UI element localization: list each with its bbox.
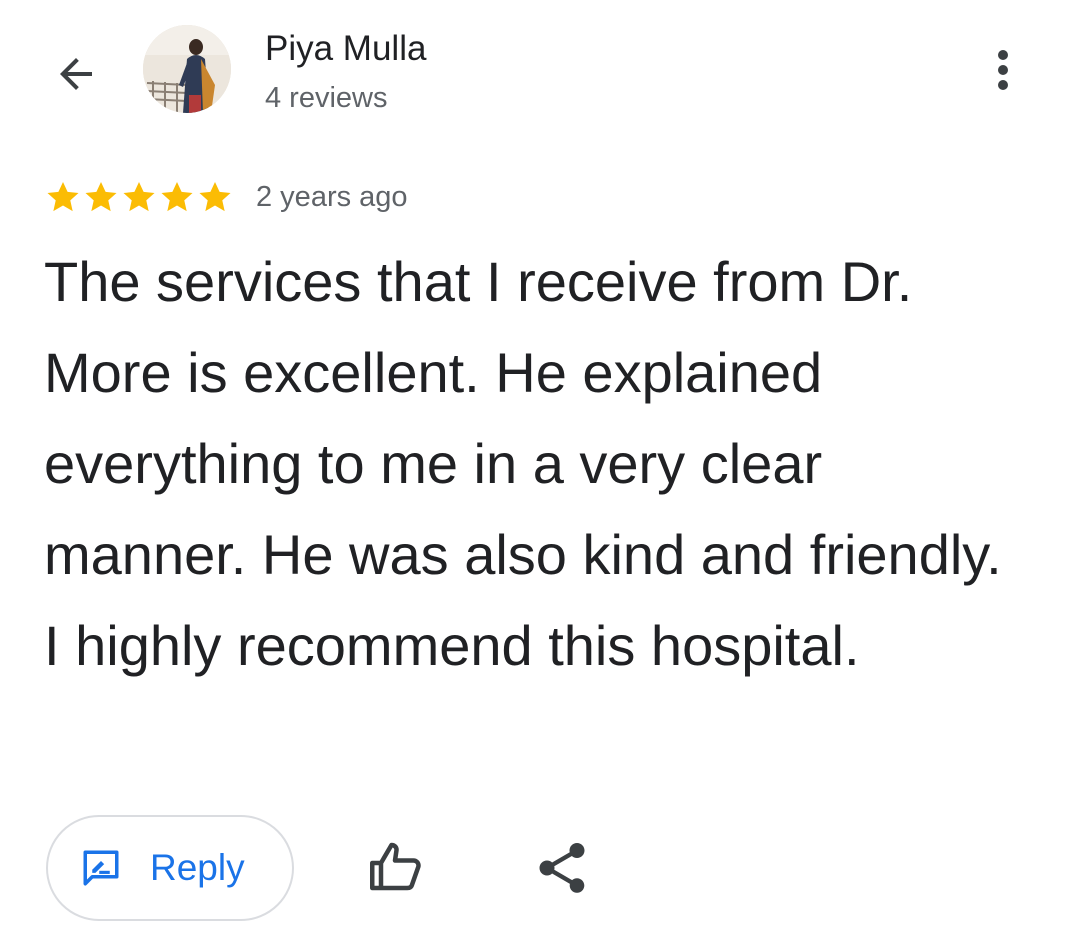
back-button[interactable] — [46, 44, 106, 104]
share-icon — [539, 843, 585, 893]
star-icon — [85, 181, 117, 212]
author-name[interactable]: Piya Mulla — [265, 28, 426, 70]
arrow-back-icon — [60, 58, 92, 90]
review-date: 2 years ago — [256, 181, 408, 213]
share-button[interactable] — [532, 838, 592, 898]
star-icon — [161, 181, 193, 212]
star-rating — [44, 178, 234, 216]
rating-row: 2 years ago — [44, 176, 408, 218]
rate-review-icon — [83, 850, 119, 886]
star-icon — [199, 181, 231, 212]
reply-button[interactable]: Reply — [46, 815, 294, 921]
star-icon — [47, 181, 79, 212]
more-vert-icon — [998, 50, 1008, 90]
star-icon — [123, 181, 155, 212]
author-review-count: 4 reviews — [265, 82, 388, 114]
like-button[interactable] — [366, 838, 426, 898]
avatar-photo — [143, 25, 231, 113]
reply-label: Reply — [150, 847, 245, 888]
review-text: The services that I receive from Dr. Mor… — [44, 250, 1002, 677]
thumb-up-icon — [370, 842, 421, 891]
more-options-button[interactable] — [978, 40, 1028, 100]
avatar[interactable] — [143, 25, 231, 113]
